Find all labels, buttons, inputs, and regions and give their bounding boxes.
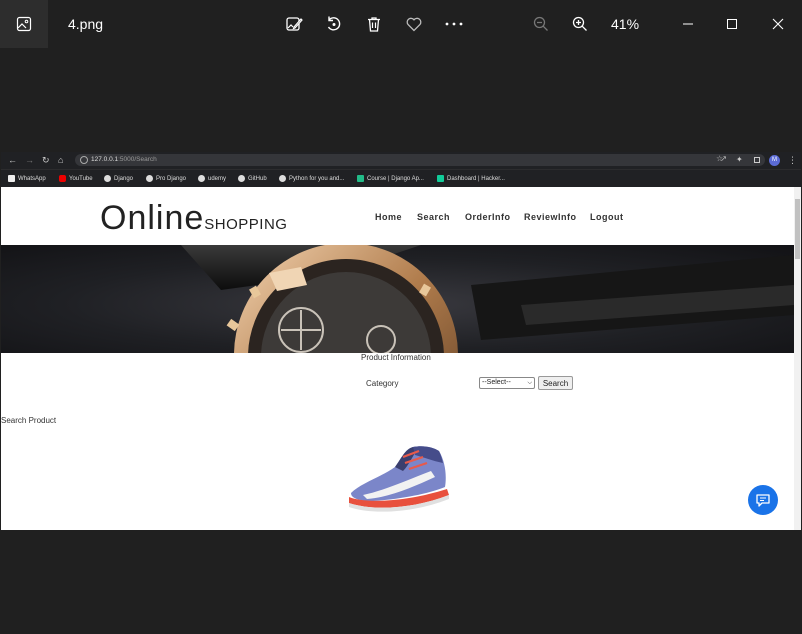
zoom-in-button[interactable]: [569, 0, 591, 48]
logo-main-text: Online: [100, 199, 205, 237]
delete-button[interactable]: [362, 0, 386, 48]
globe-icon: [104, 175, 111, 182]
bookmark-dashboard[interactable]: Dashboard | Hacker...: [437, 175, 505, 182]
minimize-icon: [683, 23, 693, 25]
category-label: Category: [366, 379, 399, 388]
dashboard-icon: [437, 175, 444, 182]
browser-menu-icon[interactable]: ⋮: [788, 155, 797, 165]
course-icon: [357, 175, 364, 182]
nav-reviewinfo[interactable]: ReviewInfo: [524, 212, 577, 222]
nav-home[interactable]: Home: [375, 212, 402, 222]
zoom-out-icon: [533, 16, 548, 31]
filename: 4.png: [68, 16, 104, 32]
rotate-button[interactable]: [322, 0, 346, 48]
bookmark-github[interactable]: GitHub: [238, 175, 267, 182]
category-selected-value: --Select--: [482, 379, 511, 386]
nav-logout[interactable]: Logout: [590, 212, 624, 222]
bookmarks-bar: WhatsApp YouTube Django Pro Django udemy…: [1, 169, 801, 187]
nav-orderinfo[interactable]: OrderInfo: [465, 212, 511, 222]
github-icon: [238, 175, 245, 182]
image-canvas: ← → ↻ ⌂ 127.0.0.1:5000/Search ↗ ☆ ✦ M ⋮ …: [1, 152, 801, 530]
globe-icon: [146, 175, 153, 182]
edit-image-button[interactable]: [282, 0, 306, 48]
edit-image-icon: [286, 17, 303, 31]
url-host: 127.0.0.1: [91, 156, 119, 163]
search-product-heading: Search Product: [1, 416, 57, 425]
home-icon[interactable]: ⌂: [58, 155, 63, 165]
more-options-button[interactable]: [442, 0, 466, 48]
bookmark-udemy[interactable]: udemy: [198, 175, 226, 182]
gallery-button[interactable]: [0, 0, 48, 48]
bookmark-star-icon[interactable]: ☆: [716, 154, 723, 163]
chevron-down-icon: ⌵: [527, 380, 532, 386]
maximize-button[interactable]: [712, 0, 752, 48]
delete-icon: [368, 17, 380, 32]
site-logo[interactable]: OnlineSHOPPING: [100, 199, 287, 238]
bookmark-pro-django[interactable]: Pro Django: [146, 175, 186, 182]
bookmark-whatsapp[interactable]: WhatsApp: [8, 175, 46, 182]
youtube-icon: [59, 175, 66, 182]
back-arrow-icon[interactable]: ←: [8, 155, 17, 165]
browser-address-bar: ← → ↻ ⌂ 127.0.0.1:5000/Search ↗ ☆ ✦ M ⋮: [1, 152, 801, 169]
zoom-out-button[interactable]: [530, 0, 552, 48]
globe-icon: [198, 175, 205, 182]
globe-icon: [279, 175, 286, 182]
favorite-icon: [406, 17, 422, 32]
chat-button[interactable]: [748, 485, 778, 515]
reload-icon[interactable]: ↻: [42, 155, 50, 165]
bookmark-course[interactable]: Course | Django Ap...: [357, 175, 424, 182]
url-path: :5000/Search: [118, 156, 157, 163]
bookmark-python[interactable]: Python for you and...: [279, 175, 344, 182]
side-panel-icon[interactable]: [754, 157, 760, 163]
profile-avatar[interactable]: M: [769, 155, 780, 166]
minimize-button[interactable]: [668, 0, 708, 48]
more-icon: [445, 22, 463, 26]
chat-icon: [756, 494, 770, 507]
favorite-button[interactable]: [402, 0, 426, 48]
zoom-in-icon: [572, 16, 587, 31]
search-button[interactable]: Search: [538, 376, 573, 390]
photo-viewer-toolbar: 4.png 41%: [0, 0, 802, 50]
page-scrollbar[interactable]: [794, 187, 801, 530]
close-button[interactable]: [758, 0, 798, 48]
product-image-shoe[interactable]: [343, 441, 453, 513]
scrollbar-thumb[interactable]: [795, 199, 800, 259]
watch-image: [181, 245, 794, 353]
logo-sub-text: SHOPPING: [204, 216, 288, 233]
forward-arrow-icon[interactable]: →: [25, 155, 34, 165]
section-title: Product Information: [361, 353, 431, 362]
site-info-icon[interactable]: [80, 156, 88, 164]
category-select[interactable]: --Select-- ⌵: [479, 377, 535, 389]
bookmark-django[interactable]: Django: [104, 175, 133, 182]
whatsapp-icon: [8, 175, 15, 182]
web-page: OnlineSHOPPING Home Search OrderInfo Rev…: [1, 187, 794, 530]
gallery-icon: [16, 16, 32, 32]
hero-banner-watch: [1, 245, 794, 353]
close-icon: [772, 18, 784, 30]
url-field[interactable]: 127.0.0.1:5000/Search ↗ ☆: [75, 154, 765, 166]
extensions-icon[interactable]: ✦: [736, 155, 743, 165]
maximize-icon: [727, 19, 737, 29]
rotate-icon: [327, 16, 341, 31]
bookmark-youtube[interactable]: YouTube: [59, 175, 93, 182]
zoom-level: 41%: [611, 16, 640, 32]
nav-search[interactable]: Search: [417, 212, 450, 222]
